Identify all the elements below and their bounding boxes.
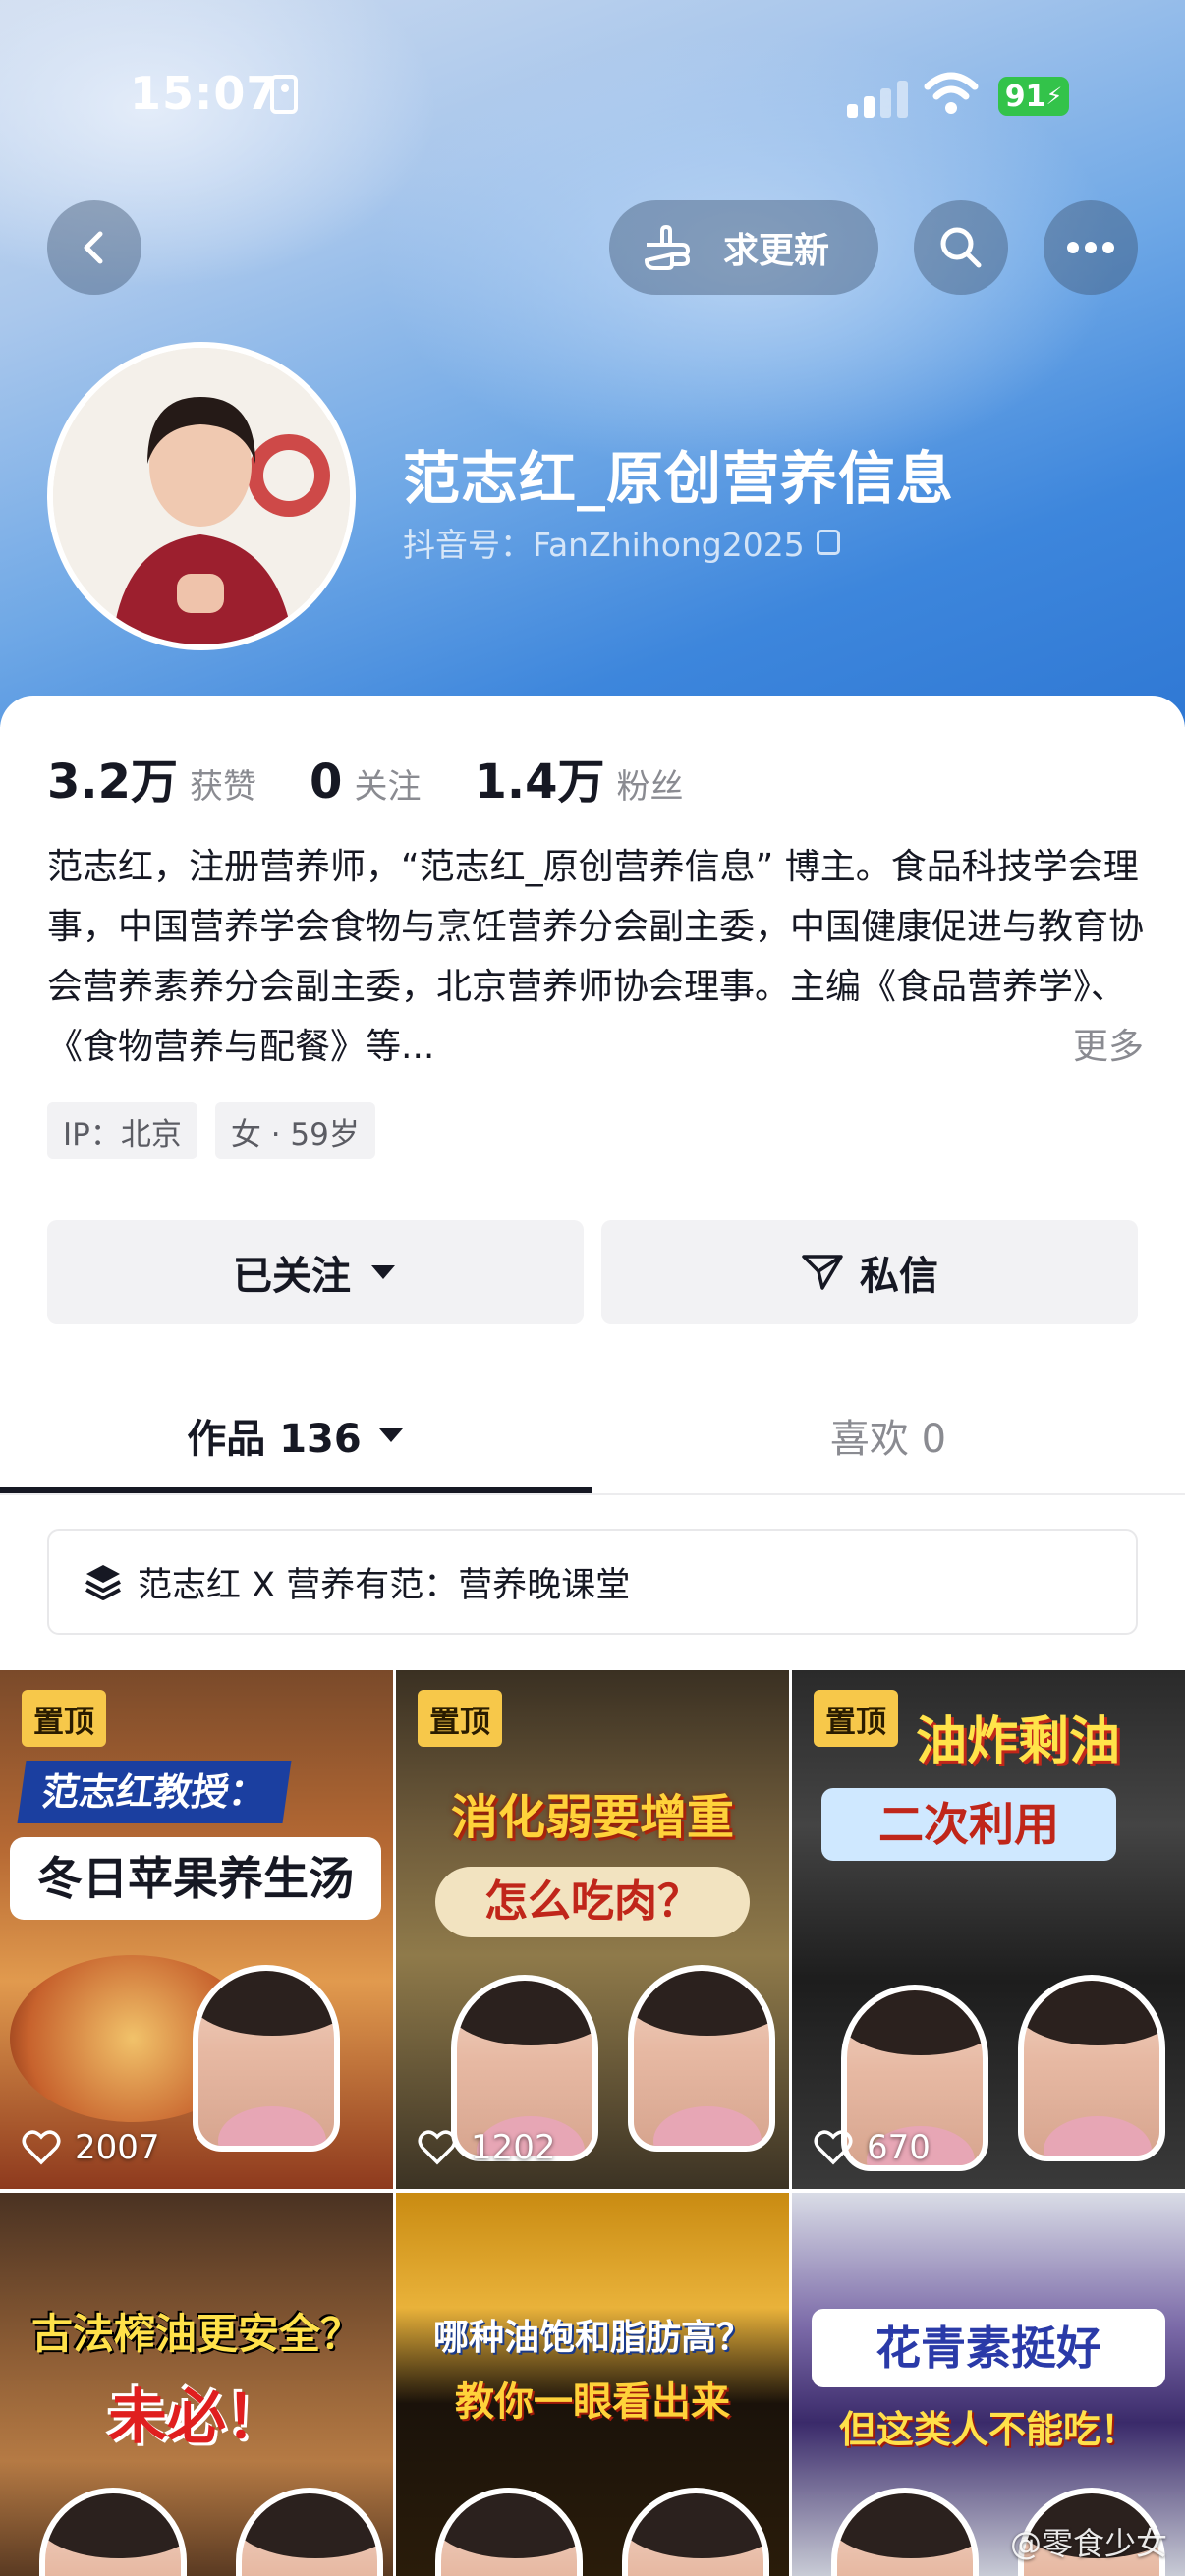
battery-indicator: 91 ⚡ [998,77,1069,116]
stat-likes[interactable]: 3.2万 获赞 [47,743,256,812]
layers-icon [85,1565,121,1600]
watermark: @零食少女 [1009,2525,1167,2562]
send-icon [802,1255,843,1290]
douyin-id[interactable]: 抖音号：FanZhihong2025 [403,519,840,566]
tab-underline [0,1487,592,1493]
video-tile[interactable]: 花青素挺好 但这类人不能吃！ @零食少女 [792,2193,1185,2576]
message-button[interactable]: 私信 [601,1220,1138,1324]
video-caption: 冬日苹果养生汤 [10,1837,381,1920]
lock-icon [270,75,298,114]
pointing-hand-icon [645,225,690,270]
copy-icon [816,530,840,555]
search-button[interactable] [914,200,1008,295]
video-caption: 消化弱要增重 [450,1790,734,1845]
video-caption: 花青素挺好 [812,2309,1165,2387]
video-caption: 但这类人不能吃！ [838,2408,1138,2451]
collection-banner[interactable]: 范志红 X 营养有范：营养晚课堂 [47,1529,1138,1635]
profile-stats: 3.2万 获赞 0 关注 1.4万 粉丝 [47,743,737,812]
presenter-portrait [193,1965,340,2152]
more-dots-icon [1067,242,1114,253]
video-caption: 未必！ [108,2383,285,2452]
video-tile[interactable]: 哪种油饱和脂肪高？ 教你一眼看出来 [396,2193,789,2576]
pinned-badge: 置顶 [22,1690,106,1747]
presenter-portrait [628,1965,775,2152]
profile-tags: IP：北京 女 · 59岁 [47,1102,393,1159]
presenter-portrait [236,2488,383,2576]
presenter-portrait [435,2488,583,2576]
video-caption: 古法榨油更安全？ [30,2310,362,2358]
video-tile[interactable]: 古法榨油更安全？ 未必！ [0,2193,393,2576]
video-caption: 二次利用 [821,1788,1116,1861]
tab-works[interactable]: 作品 136 [0,1375,592,1495]
more-button[interactable] [1044,200,1138,295]
wifi-icon [924,72,979,114]
presenter-portrait [39,2488,187,2576]
presenter-portrait [1018,1975,1165,2161]
avatar[interactable] [47,342,356,650]
like-count: 2007 [22,2128,160,2167]
heart-icon [22,2130,61,2165]
profile-bio: 范志红，注册营养师，“范志红_原创营养信息” 博主。食品科技学会理事，中国营养学… [47,837,1148,1077]
avatar-photo [53,348,350,644]
back-button[interactable] [47,200,141,295]
stat-following[interactable]: 0 关注 [310,755,421,810]
ip-location-tag: IP：北京 [47,1102,198,1159]
pinned-badge: 置顶 [814,1690,898,1747]
video-caption: 油炸剩油 [915,1712,1120,1771]
signal-icon [847,79,908,118]
heart-icon [418,2130,457,2165]
video-tile[interactable]: 油炸剩油 二次利用 置顶 670 [792,1670,1185,2189]
presenter-portrait [622,2488,769,2576]
bio-more-link[interactable]: 更多 [1058,1017,1144,1077]
video-caption: 哪种油饱和脂肪高？ [432,2318,752,2358]
video-caption: 怎么吃肉？ [435,1867,750,1937]
search-icon [940,227,982,268]
gender-age-tag: 女 · 59岁 [214,1102,375,1159]
profile-name: 范志红_原创营养信息 [403,445,955,512]
stat-followers[interactable]: 1.4万 粉丝 [474,743,683,812]
caret-down-icon [378,1428,403,1442]
video-caption: 教你一眼看出来 [455,2380,730,2425]
chevron-left-icon [84,231,103,264]
content-tabs: 作品 136 喜欢 0 [0,1375,1185,1495]
video-caption: 范志红教授： [17,1761,292,1823]
like-count: 1202 [418,2128,556,2167]
pinned-badge: 置顶 [418,1690,502,1747]
request-update-button[interactable]: 求更新 [609,200,878,295]
caret-down-icon [371,1265,395,1279]
video-tile[interactable]: 消化弱要增重 怎么吃肉？ 置顶 1202 [396,1670,789,2189]
presenter-portrait [831,2488,979,2576]
status-time: 15:07 [130,67,279,120]
tab-likes[interactable]: 喜欢 0 [592,1375,1185,1495]
following-button[interactable]: 已关注 [47,1220,584,1324]
request-update-label: 求更新 [723,231,830,271]
heart-icon [814,2130,853,2165]
video-tile[interactable]: 范志红教授： 冬日苹果养生汤 置顶 2007 [0,1670,393,2189]
like-count: 670 [814,2128,931,2167]
